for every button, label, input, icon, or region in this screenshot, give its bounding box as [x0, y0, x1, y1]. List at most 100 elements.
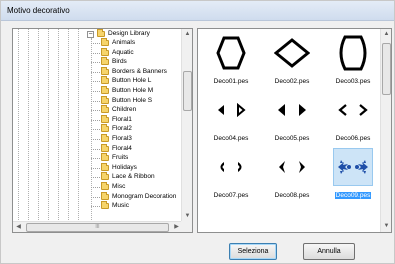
tree-connector: [91, 158, 100, 160]
triangle-pair-icon: [211, 91, 251, 129]
tree-item-fruits[interactable]: Fruits: [13, 153, 182, 163]
curved-chevron-pair-icon: [211, 148, 251, 186]
select-button[interactable]: Seleziona: [229, 243, 277, 260]
design-item[interactable]: Deco04.pes: [202, 91, 260, 143]
tree-connector: [91, 196, 100, 198]
folder-icon: [101, 57, 109, 66]
design-item[interactable]: Deco09.pes: [324, 148, 382, 200]
design-item[interactable]: Deco02.pes: [263, 34, 321, 86]
design-grid[interactable]: Deco01.pes Deco02.pes Deco03.pes Deco04.pes…: [197, 28, 392, 233]
tree-connector: [91, 71, 100, 73]
scroll-left-icon[interactable]: ◀: [13, 222, 24, 233]
collapse-icon[interactable]: −: [87, 31, 94, 38]
scroll-thumb[interactable]: III: [26, 223, 169, 232]
tree-item-label: Button Hole S: [112, 96, 153, 104]
tree-item-aquatic[interactable]: Aquatic: [13, 47, 182, 58]
chevron-pair-icon: [333, 91, 373, 129]
tree-item-borders-banners[interactable]: Borders & Banners: [13, 66, 182, 77]
design-item[interactable]: Deco03.pes: [324, 34, 382, 86]
tree-item-label: Button Hole L: [112, 77, 152, 85]
design-item-name: Deco05.pes: [274, 135, 310, 142]
grid-vertical-scrollbar[interactable]: ▲ ▼: [380, 29, 391, 232]
solid-triangle-pair-icon: [272, 91, 312, 129]
folder-icon: [101, 95, 109, 104]
cancel-button[interactable]: Annulla: [303, 243, 355, 260]
hexagon-outline-icon: [211, 34, 251, 72]
tree-connector: [91, 167, 100, 169]
folder-tree[interactable]: − Design Library Animals Aquatic Birds Bord…: [12, 28, 193, 233]
diamond-outline-icon: [272, 34, 312, 72]
folder-icon: [101, 191, 109, 200]
tree-item-label: Design Library: [108, 30, 150, 37]
tree-connector: [91, 81, 100, 83]
tree-item-label: Children: [112, 106, 137, 114]
design-item-name: Deco06.pes: [335, 135, 371, 142]
tree-item-button-hole-s[interactable]: Button Hole S: [13, 95, 182, 106]
tree-item-monogram-decoration[interactable]: Monogram Decoration: [13, 191, 182, 202]
scroll-thumb[interactable]: [382, 43, 391, 95]
design-item-name: Deco08.pes: [274, 192, 310, 199]
scroll-thumb[interactable]: [183, 71, 192, 111]
tree-connector: [91, 187, 100, 188]
tree-item-label: Floral2: [112, 125, 132, 133]
tree-horizontal-scrollbar[interactable]: ◀ III ▶: [13, 221, 182, 232]
design-item-name: Deco02.pes: [274, 78, 310, 85]
tree-item-label: Monogram Decoration: [112, 192, 177, 200]
folder-icon: [101, 47, 109, 56]
tree-connector: [91, 100, 100, 102]
tree-item-children[interactable]: Children: [13, 105, 182, 115]
tree-item-design-library[interactable]: − Design Library: [13, 29, 182, 39]
design-item[interactable]: Deco06.pes: [324, 91, 382, 143]
tree-item-lace-ribbon[interactable]: Lace & Ribbon: [13, 172, 182, 182]
scroll-down-icon[interactable]: ▼: [381, 221, 391, 232]
tree-item-label: Floral1: [112, 115, 132, 123]
tree-item-button-hole-m[interactable]: Button Hole M: [13, 86, 182, 96]
tree-connector: [91, 119, 100, 121]
tree-item-holidays[interactable]: Holidays: [13, 162, 182, 173]
folder-icon: [101, 124, 109, 133]
tree-item-floral3[interactable]: Floral3: [13, 134, 182, 144]
tree-item-animals[interactable]: Animals: [13, 38, 182, 48]
design-item[interactable]: Deco08.pes: [263, 148, 321, 200]
folder-icon: [101, 134, 109, 142]
tree-item-misc[interactable]: Misc: [13, 182, 182, 192]
tree-item-music[interactable]: Music: [13, 201, 182, 211]
tree-connector: [91, 43, 100, 44]
folder-icon: [101, 66, 109, 75]
design-item[interactable]: Deco05.pes: [263, 91, 321, 143]
window-title: Motivo decorativo: [7, 6, 70, 15]
tree-item-label: Animals: [112, 39, 136, 46]
folder-icon: [101, 86, 109, 94]
design-item-name: Deco07.pes: [213, 192, 249, 199]
scroll-up-icon[interactable]: ▲: [381, 29, 391, 40]
tree-item-label: Lace & Ribbon: [112, 173, 155, 181]
tree-item-floral4[interactable]: Floral4: [13, 143, 182, 154]
folder-icon: [101, 76, 109, 85]
tree-item-label: Birds: [112, 58, 127, 66]
design-item-name: Deco09.pes: [334, 192, 372, 199]
tree-item-floral1[interactable]: Floral1: [13, 114, 182, 125]
tree-item-label: Fruits: [112, 154, 129, 162]
design-item[interactable]: Deco07.pes: [202, 148, 260, 200]
tree-connector: [91, 129, 100, 131]
tree-connector: [91, 91, 100, 92]
tree-item-label: Button Hole M: [112, 87, 154, 94]
scroll-up-icon[interactable]: ▲: [182, 29, 193, 40]
folder-icon: [101, 182, 109, 190]
dialog-window: Motivo decorativo − Design Library Anima…: [0, 0, 395, 264]
scroll-corner: [181, 221, 192, 232]
tree-item-label: Music: [112, 202, 129, 210]
tree-item-button-hole-l[interactable]: Button Hole L: [13, 76, 182, 86]
folder-icon: [101, 114, 109, 123]
design-item[interactable]: Deco01.pes: [202, 34, 260, 86]
tree-content: − Design Library Animals Aquatic Birds Bord…: [13, 29, 182, 222]
tree-item-floral2[interactable]: Floral2: [13, 124, 182, 134]
title-bar: Motivo decorativo: [1, 1, 394, 21]
folder-icon: [101, 105, 109, 114]
folder-icon: [101, 172, 109, 181]
tree-vertical-scrollbar[interactable]: ▲ ▼: [181, 29, 192, 222]
tree-item-birds[interactable]: Birds: [13, 57, 182, 67]
tree-item-label: Floral4: [112, 144, 132, 152]
tree-connector: [91, 52, 100, 54]
folder-icon: [101, 143, 109, 152]
